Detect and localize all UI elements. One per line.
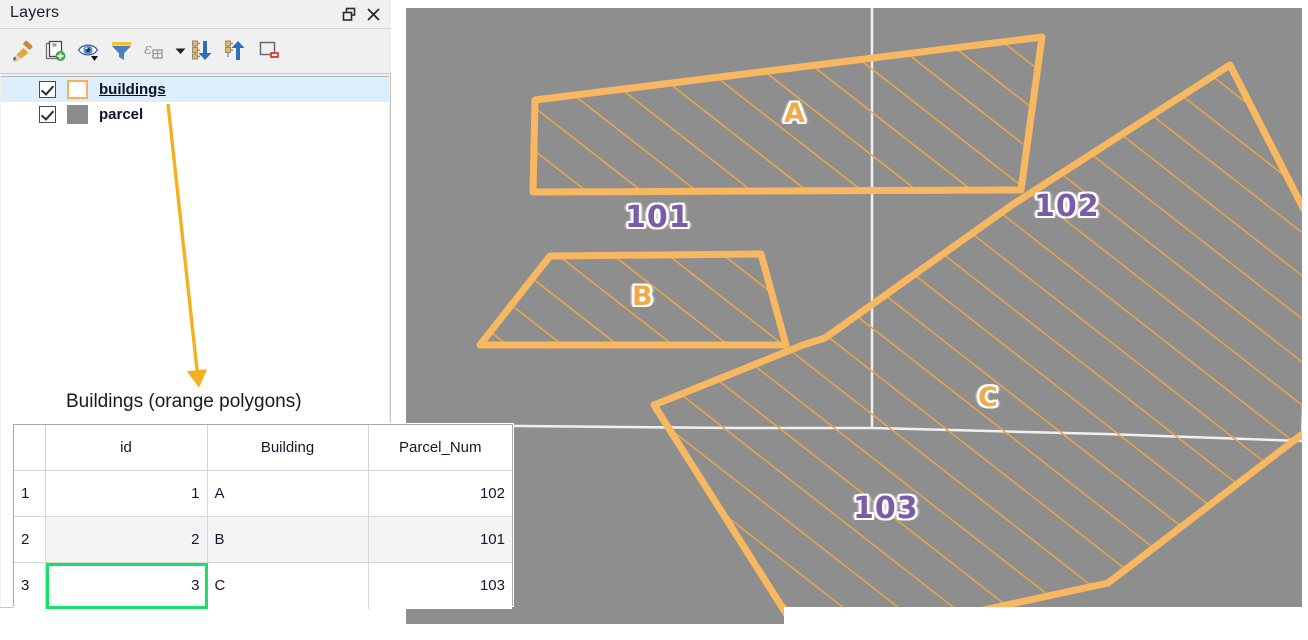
cell-id[interactable]: 1 (45, 470, 208, 517)
cell-building[interactable]: A (207, 470, 369, 517)
table-row[interactable]: 2 2 B 101 (14, 516, 512, 563)
svg-text:ε: ε (144, 40, 152, 58)
cell-parcel-num[interactable]: 101 (368, 516, 512, 563)
eye-icon[interactable] (74, 36, 104, 66)
map-canvas-area[interactable]: A B C 101 102 103 (392, 0, 1308, 639)
add-group-icon[interactable] (41, 36, 71, 66)
close-icon[interactable] (363, 5, 383, 24)
layer-item-buildings[interactable]: buildings (1, 77, 389, 102)
epsilon-expression-icon[interactable]: ε (140, 36, 170, 66)
panel-bottom-strip (0, 607, 391, 640)
building-polygon-b[interactable] (476, 250, 790, 349)
column-header-rownumber[interactable] (14, 425, 46, 471)
cell-parcel-num[interactable]: 102 (368, 470, 512, 517)
table-row[interactable]: 3 3 C 103 (14, 562, 512, 609)
layer-name-parcel: parcel (99, 106, 144, 123)
row-number: 3 (14, 562, 46, 609)
expand-all-icon[interactable] (189, 36, 219, 66)
layer-item-parcel[interactable]: parcel (1, 102, 389, 127)
layer-visibility-checkbox-parcel[interactable] (39, 106, 56, 123)
cell-parcel-num[interactable]: 103 (368, 562, 512, 609)
layers-panel-toolbar: ε (0, 29, 391, 74)
map-bottom-strip (784, 607, 1308, 639)
row-number: 2 (14, 516, 46, 563)
column-header-parcel-num[interactable]: Parcel_Num (368, 425, 512, 471)
attribute-table-header-row: id Building Parcel_Num (14, 425, 512, 471)
layers-panel-titlebar: Layers (0, 0, 391, 29)
collapse-all-icon[interactable] (222, 36, 252, 66)
restore-window-icon[interactable] (339, 5, 359, 24)
cell-building[interactable]: C (207, 562, 369, 609)
map-vector-layers (406, 8, 1302, 624)
paintbrush-icon[interactable] (8, 36, 38, 66)
layer-name-buildings: buildings (99, 81, 166, 98)
layer-symbol-buildings[interactable] (67, 80, 88, 99)
map-canvas[interactable]: A B C 101 102 103 (406, 8, 1302, 624)
layer-symbol-parcel[interactable] (67, 105, 88, 124)
annotation-caption: Buildings (orange polygons) (66, 391, 302, 412)
chevron-down-icon[interactable] (173, 36, 187, 66)
cell-id-selected[interactable]: 3 (45, 562, 208, 609)
building-polygon-a[interactable] (529, 33, 1046, 196)
filter-icon[interactable] (107, 36, 137, 66)
attribute-table[interactable]: id Building Parcel_Num 1 1 A 102 2 2 B 1… (13, 424, 513, 609)
cell-id[interactable]: 2 (45, 516, 208, 563)
column-header-building[interactable]: Building (207, 425, 369, 471)
layer-visibility-checkbox-buildings[interactable] (39, 81, 56, 98)
column-header-id[interactable]: id (45, 425, 208, 471)
layers-panel-title: Layers (10, 4, 60, 21)
remove-layer-icon[interactable] (255, 36, 285, 66)
row-number: 1 (14, 470, 46, 517)
cell-building[interactable]: B (207, 516, 369, 563)
table-row[interactable]: 1 1 A 102 (14, 470, 512, 517)
